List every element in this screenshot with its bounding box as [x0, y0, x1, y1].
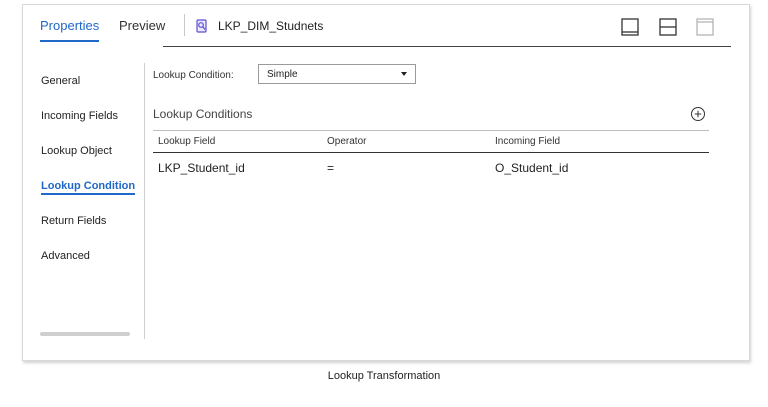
- sidebar: General Incoming Fields Lookup Object Lo…: [23, 47, 143, 347]
- header-divider: [184, 14, 185, 36]
- lookup-conditions-title: Lookup Conditions: [153, 107, 253, 121]
- column-header-incoming-field: Incoming Field: [495, 136, 561, 147]
- properties-panel: Properties Preview LKP_DIM_Studnets Gene…: [22, 4, 750, 361]
- layout-split-icon[interactable]: [659, 18, 677, 36]
- sidebar-item-incoming-fields[interactable]: Incoming Fields: [41, 110, 118, 122]
- sidebar-item-general[interactable]: General: [41, 75, 80, 87]
- layout-bottom-panel-icon[interactable]: [621, 18, 639, 36]
- table-header-border: [153, 152, 709, 153]
- add-circle-icon[interactable]: [690, 106, 706, 122]
- cell-incoming-field[interactable]: O_Student_id: [495, 161, 568, 175]
- figure-caption: Lookup Transformation: [327, 370, 441, 382]
- panel-header: Properties Preview LKP_DIM_Studnets: [23, 5, 749, 45]
- condition-type-select[interactable]: Simple: [258, 64, 416, 84]
- sidebar-item-return-fields[interactable]: Return Fields: [41, 215, 106, 227]
- cell-operator[interactable]: =: [327, 161, 334, 175]
- caret-down-icon: [401, 72, 407, 76]
- sidebar-item-lookup-object[interactable]: Lookup Object: [41, 145, 112, 157]
- cell-lookup-field[interactable]: LKP_Student_id: [158, 161, 245, 175]
- lookup-condition-label: Lookup Condition:: [153, 70, 234, 81]
- tab-preview[interactable]: Preview: [119, 18, 165, 33]
- condition-type-value: Simple: [267, 69, 298, 80]
- header-underline: [163, 46, 731, 47]
- sidebar-item-advanced[interactable]: Advanced: [41, 250, 90, 262]
- sidebar-item-lookup-condition[interactable]: Lookup Condition: [41, 180, 136, 195]
- sidebar-divider: [144, 63, 145, 339]
- tab-properties[interactable]: Properties: [40, 18, 100, 42]
- object-title: LKP_DIM_Studnets: [218, 19, 324, 33]
- column-header-operator: Operator: [327, 136, 367, 147]
- layout-top-panel-icon[interactable]: [696, 18, 714, 36]
- sidebar-scrollbar[interactable]: [40, 332, 130, 336]
- table-top-border: [153, 130, 709, 131]
- lookup-object-icon: [196, 19, 207, 33]
- column-header-lookup-field: Lookup Field: [158, 136, 216, 147]
